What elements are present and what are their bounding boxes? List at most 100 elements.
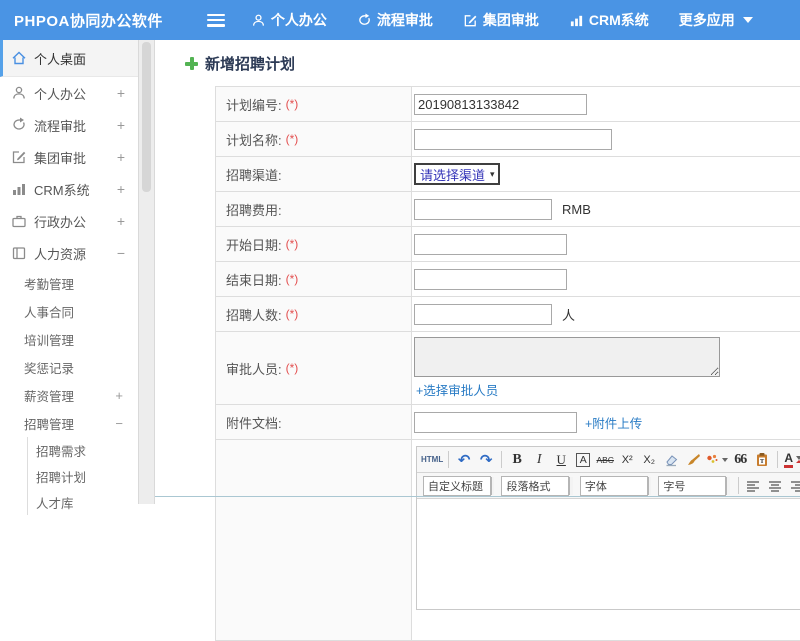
font-color-button[interactable]: A — [783, 450, 800, 470]
sidebar-item-hr[interactable]: 人力资源 − — [0, 237, 138, 269]
caret-down-icon[interactable] — [569, 476, 573, 495]
select-approvers-link[interactable]: +选择审批人员 — [416, 380, 498, 399]
source-code-button[interactable]: HTML — [421, 450, 443, 470]
caret-down-icon — [742, 17, 753, 23]
nav-group-approval[interactable]: 集团审批 — [463, 10, 539, 30]
sidebar-item-rewards[interactable]: 奖惩记录 — [0, 353, 138, 381]
unit-suffix: 人 — [562, 307, 576, 323]
font-size-dropdown[interactable]: 字号 — [658, 475, 727, 496]
superscript-button[interactable]: X² — [617, 450, 637, 470]
process-icon — [13, 117, 25, 130]
field-label: 审批人员: — [226, 361, 282, 377]
top-nav: 个人办公 流程审批 集团审批 CRM系统 更多应用 — [251, 10, 783, 30]
nav-more-apps[interactable]: 更多应用 — [679, 10, 753, 30]
align-right-button[interactable] — [787, 476, 800, 496]
italic-button[interactable]: I — [529, 450, 549, 470]
required-marker: (*) — [285, 97, 299, 111]
format-brush-button[interactable] — [683, 450, 703, 470]
underline-button[interactable]: U — [551, 450, 571, 470]
form-row-headcount: 招聘人数: (*) 人 — [216, 297, 800, 332]
plan-name-input[interactable] — [414, 128, 612, 150]
nav-personal-office[interactable]: 个人办公 — [251, 10, 327, 30]
sidebar-item-personal-office[interactable]: 个人办公 + — [0, 77, 138, 109]
sidebar-item-crm[interactable]: CRM系统 + — [0, 173, 138, 205]
field-label: 招聘人数: — [226, 307, 282, 323]
plan-number-input[interactable] — [414, 93, 587, 115]
field-label: 计划编号: — [226, 97, 282, 113]
form-row-fee: 招聘费用: RMB — [216, 192, 800, 227]
vertical-scrollbar[interactable] — [138, 40, 155, 504]
fee-input[interactable] — [414, 198, 552, 220]
hr-submenu: 考勤管理 人事合同 培训管理 奖惩记录 薪资管理 + 招聘管理 − 招聘需求 招… — [0, 269, 138, 515]
app-title: PHPOA协同办公软件 — [14, 12, 163, 30]
user-icon — [13, 86, 25, 99]
nav-crm-system[interactable]: CRM系统 — [569, 10, 649, 30]
channel-select[interactable]: 请选择渠道 ▾ — [414, 163, 500, 185]
book-icon — [12, 247, 26, 260]
horizontal-scroll-line — [155, 496, 800, 497]
sidebar-item-admin-office[interactable]: 行政办公 + — [0, 205, 138, 237]
required-marker: (*) — [285, 237, 299, 251]
required-marker: (*) — [285, 272, 299, 286]
end-date-input[interactable] — [414, 268, 567, 290]
bold-button[interactable]: B — [507, 450, 527, 470]
start-date-input[interactable] — [414, 233, 567, 255]
strikethrough-button[interactable]: ABC — [595, 450, 615, 470]
edit-icon — [464, 14, 477, 26]
nav-process-approval[interactable]: 流程审批 — [357, 10, 433, 30]
plus-icon — [185, 57, 198, 70]
form-row-attachment: 附件文档: +附件上传 — [216, 405, 800, 440]
caret-down-icon[interactable] — [647, 476, 652, 495]
caret-down-icon[interactable] — [491, 476, 495, 495]
form-row-start-date: 开始日期: (*) — [216, 227, 800, 262]
blockquote-button[interactable]: 66 — [730, 450, 750, 470]
align-center-icon — [769, 480, 781, 492]
caret-down-icon — [796, 456, 800, 463]
align-left-button[interactable] — [743, 476, 763, 496]
sidebar-item-recruit-plan[interactable]: 招聘计划 — [28, 463, 138, 489]
sidebar-item-recruit-demand[interactable]: 招聘需求 — [28, 437, 138, 463]
caret-down-icon: ▾ — [490, 168, 495, 179]
edit-icon — [12, 151, 26, 164]
sidebar-item-talent-pool[interactable]: 人才库 — [28, 489, 138, 515]
custom-title-dropdown[interactable]: 自定义标题 — [423, 475, 491, 496]
redo-button[interactable]: ↷ — [476, 450, 496, 470]
home-icon — [12, 51, 26, 65]
paragraph-format-dropdown[interactable]: 段落格式 — [501, 475, 570, 496]
sidebar-item-salary[interactable]: 薪资管理 + — [0, 381, 138, 409]
user-icon — [252, 14, 264, 26]
eraser-icon — [666, 455, 677, 467]
caret-down-icon[interactable] — [726, 476, 730, 495]
format-clean-button[interactable] — [705, 450, 729, 470]
required-marker: (*) — [285, 132, 299, 146]
sidebar-item-hr-contract[interactable]: 人事合同 — [0, 297, 138, 325]
editor-content-area[interactable] — [417, 499, 800, 609]
auto-format-button[interactable]: A — [573, 450, 593, 470]
form-row-end-date: 结束日期: (*) — [216, 262, 800, 297]
sidebar-item-training[interactable]: 培训管理 — [0, 325, 138, 353]
font-family-dropdown[interactable]: 字体 — [579, 475, 648, 496]
form-row-channel: 招聘渠道: 请选择渠道 ▾ — [216, 157, 800, 192]
sidebar-item-group-approval[interactable]: 集团审批 + — [0, 141, 138, 173]
approvers-textarea[interactable] — [414, 337, 720, 377]
attachment-upload-link[interactable]: +附件上传 — [585, 413, 642, 432]
field-label: 计划名称: — [226, 132, 282, 148]
sidebar: 个人桌面 个人办公 + 流程审批 + 集团审批 + CRM系统 + 行政办公 +… — [0, 40, 138, 515]
recruit-plan-form: 计划编号:(*) 计划名称:(*) 招聘渠道: 请选择渠道 ▾ 招聘费用: RM… — [215, 86, 800, 641]
currency-suffix: RMB — [562, 201, 591, 217]
undo-button[interactable]: ↶ — [454, 450, 474, 470]
menu-icon[interactable] — [206, 13, 225, 27]
required-marker: (*) — [285, 361, 299, 375]
attachment-input[interactable] — [414, 411, 577, 433]
scrollbar-thumb[interactable] — [142, 42, 151, 192]
sidebar-item-process-approval[interactable]: 流程审批 + — [0, 109, 138, 141]
headcount-input[interactable] — [414, 303, 552, 325]
sidebar-item-desktop[interactable]: 个人桌面 — [0, 40, 138, 77]
sidebar-item-attendance[interactable]: 考勤管理 — [0, 269, 138, 297]
field-label: 附件文档: — [226, 415, 282, 431]
eraser-button[interactable] — [661, 450, 681, 470]
align-center-button[interactable] — [765, 476, 785, 496]
sidebar-item-recruit-mgmt[interactable]: 招聘管理 − — [0, 409, 138, 437]
subscript-button[interactable]: X₂ — [639, 450, 659, 470]
paste-button[interactable]: T — [752, 450, 772, 470]
